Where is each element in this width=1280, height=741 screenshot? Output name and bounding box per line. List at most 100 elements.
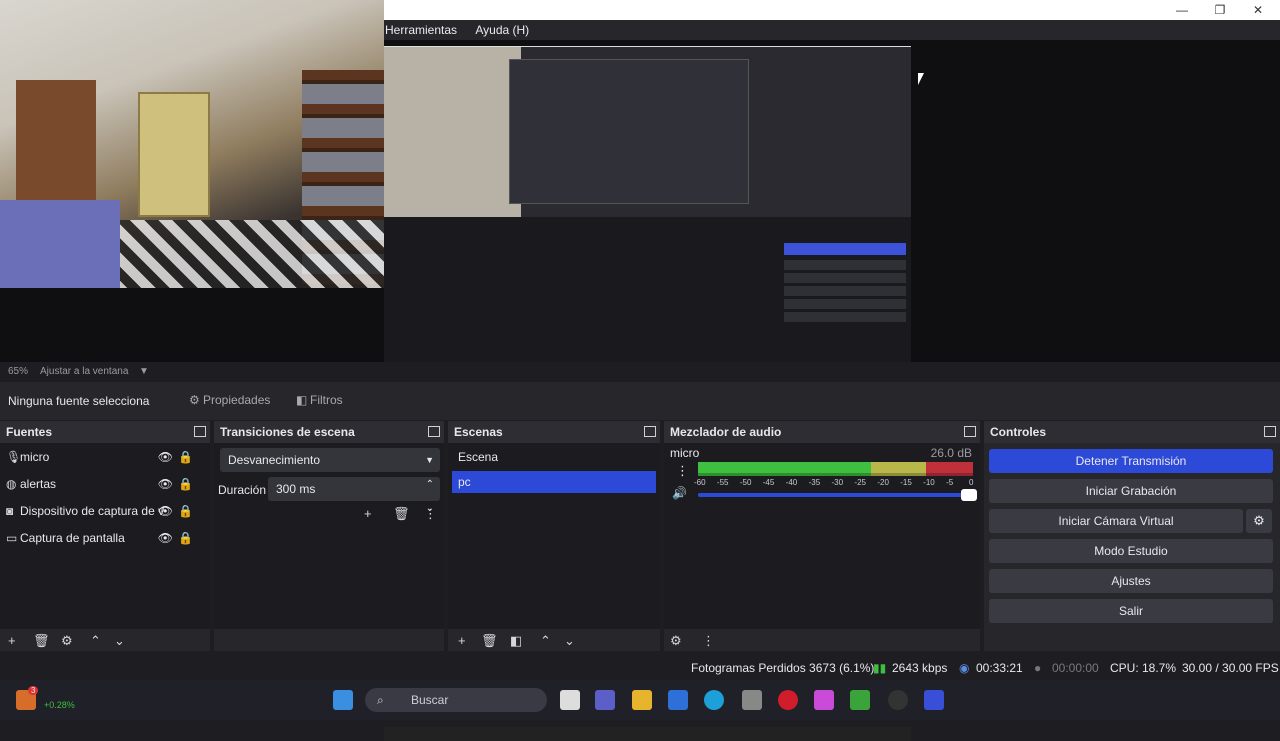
file-explorer-icon[interactable]	[632, 690, 652, 710]
stop-stream-button[interactable]: Detener Transmisión	[989, 449, 1273, 473]
audio-meter	[698, 473, 973, 476]
scenes-title: Escenas	[454, 425, 503, 439]
meter-tick-label: -20	[877, 478, 889, 487]
monitor-icon: ▭	[6, 531, 18, 545]
camera-icon: ◙	[6, 504, 14, 518]
meter-scale: -60 -55 -50 -45 -40 -35 -30 -25 -20 -15 -10 -5 0	[694, 478, 973, 488]
gear-icon: ⚙	[189, 393, 200, 407]
trash-icon[interactable]: 🗑	[393, 506, 410, 522]
scene-item[interactable]: Escena	[452, 446, 656, 468]
transition-select[interactable]: Desvanecimiento ▼	[220, 448, 440, 472]
lock-icon[interactable]: 🔒	[178, 501, 193, 521]
filter-icon: ◧	[296, 393, 308, 407]
popout-icon[interactable]	[428, 426, 440, 437]
controls-title: Controles	[990, 425, 1047, 439]
minimize-icon[interactable]: —	[1174, 2, 1190, 18]
trash-icon[interactable]: 🗑	[481, 633, 498, 649]
move-up-icon[interactable]: ⌃	[90, 633, 101, 649]
chevron-down-icon: ▼	[425, 455, 434, 465]
no-source-label: Ninguna fuente selecciona	[8, 394, 150, 408]
filters-button[interactable]: Filtros	[310, 393, 343, 407]
stream-icon: ◉	[959, 661, 970, 675]
virtual-camera-button[interactable]: Iniciar Cámara Virtual	[989, 509, 1243, 533]
properties-button[interactable]: Propiedades	[203, 393, 270, 407]
source-item[interactable]: ◍ alertas 👁 🔒	[6, 474, 201, 494]
mixer-channel-name: micro	[670, 446, 700, 460]
eye-icon[interactable]: 👁	[158, 447, 173, 467]
copilot-icon[interactable]	[814, 690, 834, 710]
dropped-frames: Fotogramas Perdidos 3673 (6.1%)	[691, 661, 875, 675]
meter-tick-label: -10	[923, 478, 935, 487]
stream-time: 00:33:21	[976, 661, 1023, 675]
lock-icon[interactable]: 🔒	[178, 447, 193, 467]
gear-icon[interactable]: ⚙	[1246, 509, 1272, 533]
fit-window-dropdown[interactable]: Ajustar a la ventana	[40, 366, 128, 377]
volume-slider[interactable]	[698, 489, 977, 501]
duration-input[interactable]: 300 ms ⌃ ⌄	[268, 477, 440, 514]
menu-ayuda[interactable]: Ayuda (H)	[475, 20, 529, 40]
search-icon: ⌕	[377, 693, 384, 707]
volume-handle[interactable]	[961, 489, 977, 501]
eye-icon[interactable]: 👁	[158, 528, 173, 548]
notification-badge: 3	[28, 686, 39, 695]
mixer-title: Mezclador de audio	[670, 425, 782, 439]
exit-button[interactable]: Salir	[989, 599, 1273, 623]
app-icon[interactable]	[924, 690, 944, 710]
start-recording-button[interactable]: Iniciar Grabación	[989, 479, 1273, 503]
speaker-icon[interactable]: 🔊	[672, 486, 687, 500]
windows-start-icon[interactable]	[333, 690, 353, 710]
task-view-icon[interactable]	[560, 690, 580, 710]
volume-fill	[698, 493, 973, 497]
more-icon[interactable]: ⋮	[424, 506, 437, 522]
meter-tick-label: -60	[694, 478, 706, 487]
eye-icon[interactable]: 👁	[158, 474, 173, 494]
chevron-down-icon[interactable]: ▼	[139, 366, 149, 377]
popout-icon[interactable]	[644, 426, 656, 437]
fps-readout: 30.00 / 30.00 FPS	[1182, 661, 1279, 675]
teams-icon[interactable]	[595, 690, 615, 710]
meter-tick-label: -25	[854, 478, 866, 487]
microphone-icon: 🎙	[6, 450, 22, 464]
scenes-dock: Escenas Escena pc + 🗑 ◧ ⌃ ⌄	[448, 421, 660, 651]
obs-icon[interactable]	[888, 690, 908, 710]
popout-icon[interactable]	[194, 426, 206, 437]
source-item[interactable]: 🎙micro 👁 🔒	[6, 447, 201, 467]
lock-icon[interactable]: 🔒	[178, 474, 193, 494]
globe-icon: ◍	[6, 477, 17, 491]
advanced-audio-icon[interactable]: ⚙	[670, 633, 682, 649]
studio-mode-button[interactable]: Modo Estudio	[989, 539, 1273, 563]
lock-icon[interactable]: 🔒	[178, 528, 193, 548]
settings-button[interactable]: Ajustes	[989, 569, 1273, 593]
menu-herramientas[interactable]: Herramientas	[385, 20, 457, 40]
move-up-icon[interactable]: ⌃	[540, 633, 551, 649]
popout-icon[interactable]	[964, 426, 976, 437]
move-down-icon[interactable]: ⌄	[114, 633, 125, 649]
add-transition-button[interactable]: +	[364, 506, 372, 521]
minecraft-icon[interactable]	[850, 690, 870, 710]
meter-tick-label: -50	[739, 478, 752, 487]
gear-icon[interactable]: ⚙	[61, 633, 73, 649]
add-scene-button[interactable]: +	[458, 633, 466, 648]
meter-tick-label: -30	[831, 478, 844, 487]
scene-item-selected[interactable]: pc	[452, 471, 656, 493]
add-source-button[interactable]: +	[8, 633, 16, 648]
source-item[interactable]: ◙ Dispositivo de captura de v 👁 🔒	[6, 501, 201, 521]
taskbar-search[interactable]: ⌕ Buscar	[365, 688, 547, 712]
more-icon[interactable]: ⋮	[702, 633, 715, 649]
restore-icon[interactable]: ❐	[1212, 2, 1228, 18]
source-item[interactable]: ▭ Captura de pantalla 👁 🔒	[6, 528, 201, 548]
edge-icon[interactable]	[704, 690, 724, 710]
move-down-icon[interactable]: ⌄	[564, 633, 575, 649]
store-icon[interactable]	[668, 690, 688, 710]
close-icon[interactable]: ✕	[1250, 2, 1266, 18]
opera-icon[interactable]	[778, 690, 798, 710]
audio-mixer-dock: Mezclador de audio micro 26.0 dB ⋮ -60 -5…	[664, 421, 980, 651]
popout-icon[interactable]	[1264, 426, 1276, 437]
eye-icon[interactable]: 👁	[158, 501, 173, 521]
bitrate: 2643 kbps	[892, 661, 948, 675]
filter-icon[interactable]: ◧	[510, 633, 522, 649]
more-icon[interactable]: ⋮	[676, 463, 689, 479]
transitions-dock: Transiciones de escena Desvanecimiento ▼ …	[214, 421, 444, 651]
trash-icon[interactable]: 🗑	[33, 633, 50, 649]
settings-app-icon[interactable]	[742, 690, 762, 710]
